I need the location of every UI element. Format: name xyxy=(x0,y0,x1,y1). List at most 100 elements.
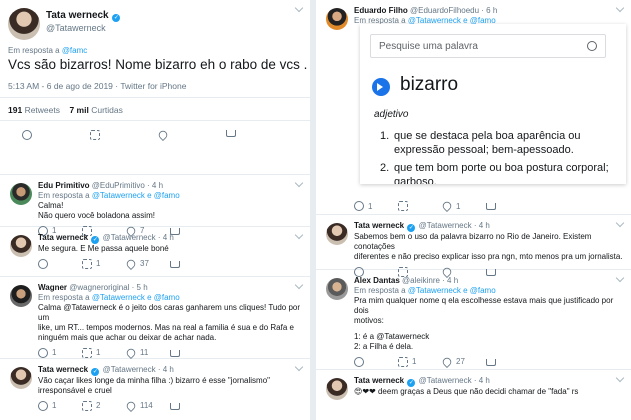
retweet-count: 1 xyxy=(412,357,417,366)
like-icon[interactable] xyxy=(124,257,138,271)
definition: 1. que se destaca pela boa aparência ou e… xyxy=(380,130,581,156)
avatar[interactable] xyxy=(10,285,32,307)
retweet-icon[interactable] xyxy=(82,259,92,269)
dictionary-screenshot[interactable]: Pesquise uma palavra bizarro adjetivo 1.… xyxy=(360,24,626,184)
reply-tweet[interactable]: Tata werneck ✓ @Tatawerneck · 4 h Me seg… xyxy=(0,227,310,277)
tweet-text: Vão caçar likes longe da minha filha :) … xyxy=(38,376,271,395)
tweet-actions: 1 1 xyxy=(354,199,530,213)
verified-icon: ✓ xyxy=(112,14,121,22)
left-thread: Tata werneck ✓ @Tatawerneck Em resposta … xyxy=(0,0,310,420)
main-tweet[interactable]: Tata werneck ✓ @Tatawerneck Em resposta … xyxy=(0,0,310,175)
author-name[interactable]: Tata werneck xyxy=(38,365,88,374)
author-handle[interactable]: @Tatawerneck · 4 h xyxy=(103,233,174,242)
author-name[interactable]: Tata werneck xyxy=(38,233,88,242)
tweet-text: 😍❤❤ deem graças a Deus que não decidi ch… xyxy=(354,387,579,396)
like-icon[interactable] xyxy=(156,128,170,142)
author-handle[interactable]: @Tatawerneck · 4 h xyxy=(419,376,490,385)
avatar[interactable] xyxy=(326,378,348,400)
author-name[interactable]: Alex Dantas xyxy=(354,276,400,285)
share-icon[interactable] xyxy=(226,130,236,137)
tweet-text: Sabemos bem o uso da palavra bizarro no … xyxy=(354,232,623,261)
reply-icon[interactable] xyxy=(22,130,32,140)
share-icon[interactable] xyxy=(170,349,180,357)
author-name[interactable]: Wagner xyxy=(38,283,67,292)
author-handle[interactable]: @Tatawerneck · 4 h xyxy=(103,365,174,374)
reply-tweet[interactable]: Alex Dantas @aleikinre · 4 h Em resposta… xyxy=(316,270,631,370)
tweet-text: Vcs são bizarros! Nome bizarro eh o rabo… xyxy=(8,57,308,72)
share-icon[interactable] xyxy=(170,402,180,410)
author-handle[interactable]: @EduPrimitivo · 4 h xyxy=(92,181,163,190)
like-count: 11 xyxy=(140,348,149,357)
reply-tweet[interactable]: Edu Primitivo @EduPrimitivo · 4 h Em res… xyxy=(0,175,310,238)
retweets-count[interactable]: 191 xyxy=(8,105,22,115)
tweet-stats: 191 Retweets 7 mil Curtidas xyxy=(0,97,310,121)
author-handle[interactable]: @Tatawerneck xyxy=(46,23,106,33)
reply-icon[interactable] xyxy=(38,401,48,411)
like-icon[interactable] xyxy=(124,346,138,360)
like-count: 114 xyxy=(140,401,153,410)
share-icon[interactable] xyxy=(170,260,180,268)
reply-icon[interactable] xyxy=(38,348,48,358)
likes-label[interactable]: Curtidas xyxy=(91,105,123,115)
tweet-text: Calma! Não quero você boladona assim! xyxy=(38,201,155,220)
mention-link[interactable]: @Tatawerneck e @famo xyxy=(92,293,180,302)
part-of-speech: adjetivo xyxy=(374,109,409,120)
reply-icon[interactable] xyxy=(38,259,48,269)
like-icon[interactable] xyxy=(124,399,138,413)
avatar[interactable] xyxy=(10,235,32,257)
like-icon[interactable] xyxy=(440,199,454,213)
tweet-text: Pra mim qualquer nome q ela escolhesse e… xyxy=(354,296,614,351)
author-name[interactable]: Tata werneck xyxy=(354,221,404,230)
author-name[interactable]: Tata werneck xyxy=(354,376,404,385)
avatar[interactable] xyxy=(10,183,32,205)
share-icon[interactable] xyxy=(486,202,496,210)
retweet-icon[interactable] xyxy=(82,348,92,358)
retweet-count: 1 xyxy=(96,348,101,357)
likes-count[interactable]: 7 mil xyxy=(69,105,88,115)
retweet-icon[interactable] xyxy=(82,401,92,411)
reply-tweet[interactable]: Wagner @wagneroriginal · 5 h Em resposta… xyxy=(0,277,310,360)
mention-link[interactable]: @famc xyxy=(62,46,87,55)
author-handle[interactable]: @wagneroriginal · 5 h xyxy=(69,283,147,292)
retweet-icon[interactable] xyxy=(90,130,100,140)
author-name[interactable]: Tata werneck ✓ xyxy=(46,10,121,22)
reply-count: 1 xyxy=(368,201,373,211)
reply-tweet[interactable]: Tata werneck ✓ @Tatawerneck · 4 h 😍❤❤ de… xyxy=(316,370,631,420)
avatar[interactable] xyxy=(326,8,348,30)
like-count: 37 xyxy=(140,259,149,268)
tweet-actions xyxy=(22,128,236,142)
author-name[interactable]: Edu Primitivo xyxy=(38,181,90,190)
mention-link[interactable]: @Tatawerneck e @famo xyxy=(92,191,180,200)
reply-tweet[interactable]: Eduardo Filho @EduardoFilhoedu · 6 h Em … xyxy=(316,0,631,215)
share-icon[interactable] xyxy=(486,358,496,366)
reply-tweet[interactable]: Tata werneck ✓ @Tatawerneck · 4 h Sabemo… xyxy=(316,215,631,279)
reply-count: 1 xyxy=(52,401,57,410)
retweet-icon[interactable] xyxy=(398,357,408,367)
verified-icon: ✓ xyxy=(91,368,100,376)
author-handle[interactable]: @EduardoFilhoedu · 6 h xyxy=(410,6,497,15)
chevron-down-icon[interactable] xyxy=(294,3,304,13)
author-name[interactable]: Eduardo Filho xyxy=(354,6,408,15)
retweet-icon[interactable] xyxy=(398,201,408,211)
reply-icon[interactable] xyxy=(354,357,364,367)
reply-icon[interactable] xyxy=(354,201,364,211)
avatar[interactable] xyxy=(8,8,40,40)
verified-icon: ✓ xyxy=(407,379,416,387)
author-handle[interactable]: @Tatawerneck · 4 h xyxy=(419,221,490,230)
reply-tweet[interactable]: Tata werneck ✓ @Tatawerneck · 4 h Vão ca… xyxy=(0,359,310,420)
dictionary-word: bizarro xyxy=(400,74,459,95)
reply-context: Em resposta a @Tatawerneck e @famo xyxy=(38,191,180,200)
retweet-count: 2 xyxy=(96,401,101,410)
avatar[interactable] xyxy=(326,278,348,300)
avatar[interactable] xyxy=(326,223,348,245)
retweets-label[interactable]: Retweets xyxy=(25,105,60,115)
definition: 2. que tem bom porte ou boa postura corpo… xyxy=(380,162,609,184)
like-count: 27 xyxy=(456,357,465,366)
like-icon[interactable] xyxy=(440,355,454,369)
tweet-actions: 1 27 xyxy=(354,355,623,369)
author-handle[interactable]: @aleikinre · 4 h xyxy=(402,276,458,285)
verified-icon: ✓ xyxy=(407,224,416,232)
avatar[interactable] xyxy=(10,367,32,389)
tweet-timestamp[interactable]: 5:13 AM - 6 de ago de 2019 · Twitter for… xyxy=(8,81,186,91)
mention-link[interactable]: @Tatawerneck e @famo xyxy=(408,286,496,295)
